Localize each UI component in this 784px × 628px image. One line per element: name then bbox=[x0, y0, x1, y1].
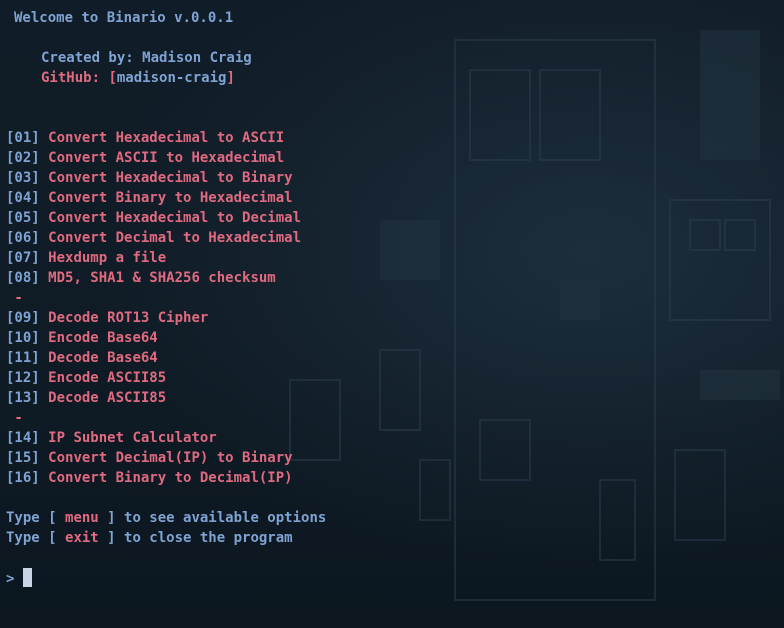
menu-item: [04] Convert Binary to Hexadecimal bbox=[6, 188, 293, 208]
welcome-title: Welcome to Binario v.0.0.1 bbox=[14, 10, 234, 26]
terminal-window: Welcome to Binario v.0.0.1 Created by: M… bbox=[0, 0, 784, 628]
menu-item-number: [02] bbox=[6, 150, 40, 166]
menu-item-number: [11] bbox=[6, 350, 40, 366]
prompt-symbol: > bbox=[6, 571, 15, 587]
hint-prefix: Type [ bbox=[6, 530, 66, 546]
hint-suffix: ] to close the program bbox=[98, 530, 293, 546]
menu-item: [02] Convert ASCII to Hexadecimal bbox=[6, 148, 284, 168]
menu-item-label: Convert Decimal(IP) to Binary bbox=[48, 450, 293, 466]
menu-item: [10] Encode Base64 bbox=[6, 328, 158, 348]
menu-separator: - bbox=[6, 290, 23, 306]
menu-item: [14] IP Subnet Calculator bbox=[6, 428, 217, 448]
menu-item: [16] Convert Binary to Decimal(IP) bbox=[6, 468, 293, 488]
menu-item-label: IP Subnet Calculator bbox=[48, 430, 217, 446]
github-bracket-close: ] bbox=[226, 70, 235, 86]
command-prompt[interactable]: > bbox=[6, 568, 33, 588]
menu-item-label: Convert Hexadecimal to Binary bbox=[48, 170, 293, 186]
menu-item-number: [08] bbox=[6, 270, 40, 286]
menu-item: [06] Convert Decimal to Hexadecimal bbox=[6, 228, 301, 248]
hint-prefix: Type [ bbox=[6, 510, 66, 526]
menu-item-number: [15] bbox=[6, 450, 40, 466]
hint-suffix: ] to see available options bbox=[98, 510, 327, 526]
menu-item: [12] Encode ASCII85 bbox=[6, 368, 166, 388]
menu-hint: Type [ menu ] to see available options bbox=[6, 508, 326, 528]
github-username-link[interactable]: madison-craig bbox=[117, 70, 227, 86]
menu-item-number: [10] bbox=[6, 330, 40, 346]
menu-item-number: [04] bbox=[6, 190, 40, 206]
github-line: GitHub: [madison-craig] bbox=[41, 68, 235, 88]
menu-item-label: Encode Base64 bbox=[48, 330, 158, 346]
exit-hint: Type [ exit ] to close the program bbox=[6, 528, 293, 548]
menu-item-number: [12] bbox=[6, 370, 40, 386]
menu-item-number: [03] bbox=[6, 170, 40, 186]
menu-item-label: MD5, SHA1 & SHA256 checksum bbox=[48, 270, 276, 286]
menu-item-number: [13] bbox=[6, 390, 40, 406]
menu-item-number: [09] bbox=[6, 310, 40, 326]
menu-separator: - bbox=[6, 410, 23, 426]
menu-item: [01] Convert Hexadecimal to ASCII bbox=[6, 128, 284, 148]
menu-item-label: Convert Binary to Hexadecimal bbox=[48, 190, 293, 206]
menu-item-number: [05] bbox=[6, 210, 40, 226]
menu-item-number: [06] bbox=[6, 230, 40, 246]
menu-command: menu bbox=[65, 510, 99, 526]
menu-item-label: Decode ASCII85 bbox=[48, 390, 167, 406]
menu-item-label: Convert Binary to Decimal(IP) bbox=[48, 470, 293, 486]
menu-item-label: Convert Hexadecimal to ASCII bbox=[48, 130, 285, 146]
created-by-text: Created by: Madison Craig bbox=[41, 50, 252, 66]
menu-item: [08] MD5, SHA1 & SHA256 checksum bbox=[6, 268, 276, 288]
menu-item-number: [07] bbox=[6, 250, 40, 266]
menu-item: [03] Convert Hexadecimal to Binary bbox=[6, 168, 293, 188]
menu-item-label: Convert Decimal to Hexadecimal bbox=[48, 230, 302, 246]
menu-item-label: Convert Hexadecimal to Decimal bbox=[48, 210, 302, 226]
menu-item-label: Decode Base64 bbox=[48, 350, 158, 366]
menu-item: [15] Convert Decimal(IP) to Binary bbox=[6, 448, 293, 468]
menu-item: [13] Decode ASCII85 bbox=[6, 388, 166, 408]
github-bracket-open: [ bbox=[108, 70, 117, 86]
github-label: GitHub: bbox=[41, 70, 109, 86]
menu-item-number: [16] bbox=[6, 470, 40, 486]
menu-item-number: [01] bbox=[6, 130, 40, 146]
menu-item: [05] Convert Hexadecimal to Decimal bbox=[6, 208, 301, 228]
menu-item-number: [14] bbox=[6, 430, 40, 446]
text-cursor bbox=[23, 568, 33, 587]
exit-command: exit bbox=[65, 530, 99, 546]
menu-item: [09] Decode ROT13 Cipher bbox=[6, 308, 208, 328]
menu-item: [07] Hexdump a file bbox=[6, 248, 166, 268]
menu-item-label: Decode ROT13 Cipher bbox=[48, 310, 209, 326]
menu-item: [11] Decode Base64 bbox=[6, 348, 158, 368]
menu-item-label: Encode ASCII85 bbox=[48, 370, 167, 386]
menu-item-label: Convert ASCII to Hexadecimal bbox=[48, 150, 285, 166]
menu-item-label: Hexdump a file bbox=[48, 250, 167, 266]
